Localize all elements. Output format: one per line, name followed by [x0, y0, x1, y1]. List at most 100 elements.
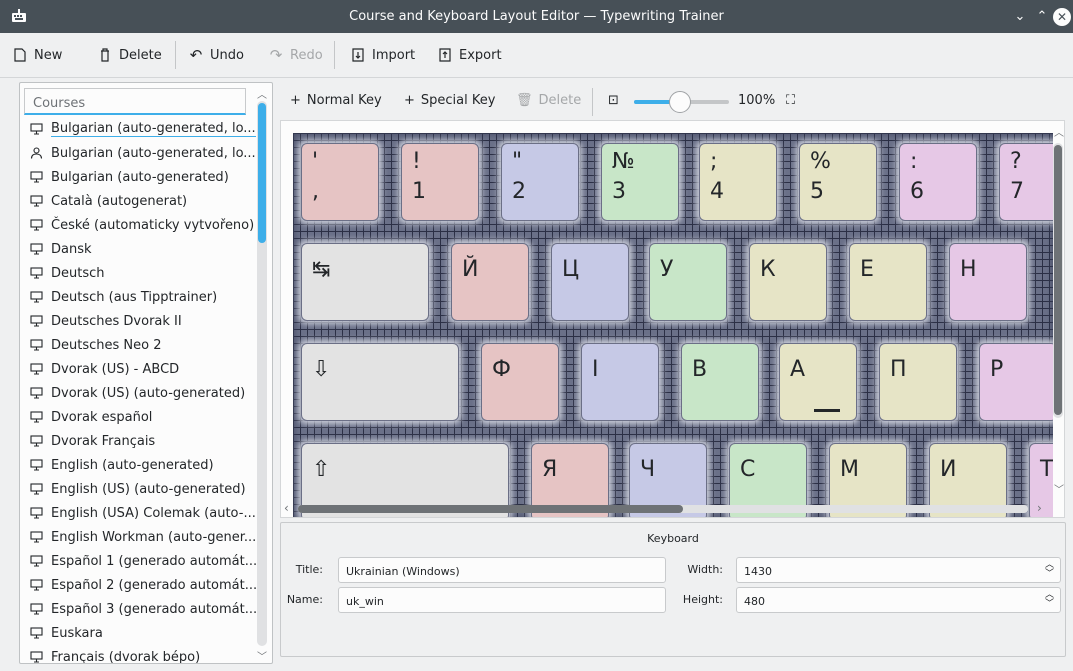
- courses-scrollbar[interactable]: [257, 101, 267, 646]
- spin-arrows-icon[interactable]: ︿ ﹀: [1045, 561, 1054, 579]
- keyboard-canvas[interactable]: ',! 1 " 2 № 3; 4% 5:6? 7 ↹ Й Ц У К Е Н ⇩ Ф І В А П Р ⇧ Я Ч С М И Т: [293, 133, 1053, 517]
- keyboard-icon: [30, 387, 43, 399]
- trash-icon: 🗑︎: [516, 93, 533, 108]
- special-key-button[interactable]: + Special Key: [404, 93, 495, 108]
- keyboard-key[interactable]: Р: [979, 343, 1053, 421]
- minimize-button[interactable]: ⌄: [1011, 8, 1029, 26]
- course-list-item[interactable]: České (automaticky vytvořeno): [20, 213, 260, 237]
- key-label: П: [890, 357, 907, 382]
- toolbar-separator: [592, 88, 593, 116]
- course-list-item[interactable]: English (auto-generated): [20, 453, 260, 477]
- title-field[interactable]: Ukrainian (Windows): [338, 557, 666, 583]
- width-spinbox[interactable]: 1430 ︿ ﹀: [736, 557, 1061, 583]
- delete-key-button[interactable]: 🗑︎ Delete: [516, 93, 581, 108]
- course-name: English Workman (auto-gener...: [51, 529, 257, 545]
- course-list-item[interactable]: Bulgarian (auto-generated): [20, 165, 260, 189]
- keyboard-key[interactable]: % 5: [799, 143, 877, 221]
- course-list-item[interactable]: Español 3 (generado automát...: [20, 597, 260, 621]
- scroll-left-icon[interactable]: ‹: [284, 501, 289, 515]
- keyboard-key[interactable]: Ц: [551, 243, 629, 321]
- keyboard-editor-view[interactable]: ',! 1 " 2 № 3; 4% 5:6? 7 ↹ Й Ц У К Е Н ⇩ Ф І В А П Р ⇧ Я Ч С М И Т ︿ …: [280, 120, 1065, 518]
- course-list-item[interactable]: Dvorak (US) (auto-generated): [20, 381, 260, 405]
- course-list-item[interactable]: Bulgarian (auto-generated, lo...: [20, 117, 260, 141]
- keyboard-icon: [30, 459, 43, 471]
- zoom-out-icon[interactable]: ⊡: [608, 93, 619, 108]
- redo-button[interactable]: ↷ Redo: [268, 41, 323, 69]
- course-list-item[interactable]: Dvorak español: [20, 405, 260, 429]
- keyboard-key[interactable]: Н: [949, 243, 1027, 321]
- keyboard-key[interactable]: А: [779, 343, 857, 421]
- editor-hscrollbar[interactable]: ‹ ›: [280, 500, 1050, 518]
- keyboard-key[interactable]: ! 1: [401, 143, 479, 221]
- keyboard-key[interactable]: :6: [899, 143, 977, 221]
- scroll-right-icon[interactable]: ›: [1037, 501, 1042, 515]
- course-name: Dvorak español: [51, 409, 153, 425]
- keyboard-key[interactable]: Е: [849, 243, 927, 321]
- course-name: Dvorak (US) (auto-generated): [51, 385, 246, 401]
- new-document-icon: [12, 47, 28, 63]
- scroll-down-icon[interactable]: ﹀: [1054, 481, 1064, 496]
- close-button[interactable]: ✕: [1053, 8, 1071, 26]
- zoom-slider-handle[interactable]: [668, 91, 691, 113]
- course-list-item[interactable]: Français (dvorak bépo): [20, 645, 260, 663]
- export-button[interactable]: Export: [437, 41, 502, 69]
- delete-button[interactable]: Delete: [97, 41, 162, 69]
- course-list-item[interactable]: Deutsch: [20, 261, 260, 285]
- keyboard-key[interactable]: П: [879, 343, 957, 421]
- keyboard-key[interactable]: № 3: [601, 143, 679, 221]
- course-list-item[interactable]: Deutsch (aus Tipptrainer): [20, 285, 260, 309]
- editor-vscrollbar[interactable]: [1053, 143, 1063, 418]
- plus-icon: +: [404, 93, 415, 108]
- scroll-up-icon[interactable]: ︿: [257, 86, 267, 101]
- name-field[interactable]: uk_win: [338, 587, 666, 613]
- window-title: Course and Keyboard Layout Editor — Type…: [349, 9, 724, 24]
- keyboard-key[interactable]: ? 7: [999, 143, 1053, 221]
- special-key-label: Special Key: [420, 93, 496, 108]
- zoom-slider[interactable]: [634, 91, 729, 113]
- keyboard-key[interactable]: ',: [301, 143, 379, 221]
- editor-vscrollbar-thumb[interactable]: [1054, 145, 1062, 415]
- keyboard-key[interactable]: ; 4: [699, 143, 777, 221]
- keyboard-icon: [30, 627, 43, 639]
- course-list-item[interactable]: Català (autogenerat): [20, 189, 260, 213]
- normal-key-button[interactable]: + Normal Key: [290, 93, 382, 108]
- name-label: Name:: [286, 593, 323, 606]
- keyboard-key[interactable]: Ф: [481, 343, 559, 421]
- undo-button[interactable]: ↶ Undo: [188, 41, 244, 69]
- key-label: Я: [542, 457, 558, 482]
- course-list-item[interactable]: Euskara: [20, 621, 260, 645]
- import-button[interactable]: Import: [350, 41, 415, 69]
- editor-hscrollbar-thumb[interactable]: [298, 505, 683, 513]
- course-list-item[interactable]: English Workman (auto-gener...: [20, 525, 260, 549]
- new-button[interactable]: New: [12, 41, 62, 69]
- keyboard-icon: [30, 171, 43, 183]
- course-list-item[interactable]: Deutsches Neo 2: [20, 333, 260, 357]
- spin-arrows-icon[interactable]: ︿ ﹀: [1045, 591, 1054, 609]
- course-list-item[interactable]: English (USA) Colemak (auto-...: [20, 501, 260, 525]
- scroll-up-icon[interactable]: ︿: [1054, 124, 1064, 139]
- keyboard-key[interactable]: " 2: [501, 143, 579, 221]
- course-list-item[interactable]: Dvorak Français: [20, 429, 260, 453]
- keyboard-icon: [30, 603, 43, 615]
- plus-icon: +: [290, 93, 301, 108]
- keyboard-key[interactable]: І: [581, 343, 659, 421]
- keyboard-icon: [30, 123, 43, 135]
- course-list-item[interactable]: Dvorak (US) - ABCD: [20, 357, 260, 381]
- keyboard-key[interactable]: Й: [451, 243, 529, 321]
- maximize-button[interactable]: ⌃: [1033, 8, 1051, 26]
- course-list-item[interactable]: Español 1 (generado automát...: [20, 549, 260, 573]
- course-list-item[interactable]: Deutsches Dvorak II: [20, 309, 260, 333]
- height-spinbox[interactable]: 480 ︿ ﹀: [736, 587, 1061, 613]
- zoom-fit-icon[interactable]: ⛶: [786, 93, 795, 108]
- courses-scrollbar-thumb[interactable]: [258, 103, 266, 243]
- keyboard-key[interactable]: ↹: [301, 243, 429, 321]
- course-list-item[interactable]: Dansk: [20, 237, 260, 261]
- keyboard-key[interactable]: В: [681, 343, 759, 421]
- course-list-item[interactable]: English (US) (auto-generated): [20, 477, 260, 501]
- course-list-item[interactable]: Español 2 (generado automát...: [20, 573, 260, 597]
- course-list-item[interactable]: Bulgarian (auto-generated, lo...: [20, 141, 260, 165]
- keyboard-key[interactable]: ⇩: [301, 343, 459, 421]
- scroll-down-icon[interactable]: ﹀: [257, 648, 267, 663]
- keyboard-key[interactable]: К: [749, 243, 827, 321]
- keyboard-key[interactable]: У: [649, 243, 727, 321]
